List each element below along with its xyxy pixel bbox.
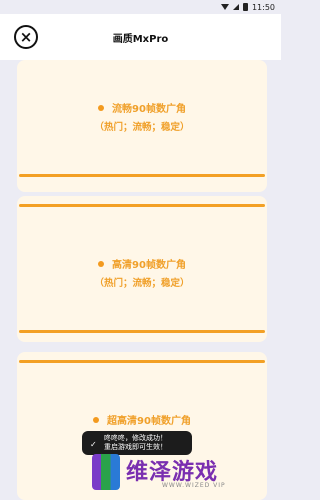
status-time: 11:50 [251, 2, 275, 12]
option-title: 流畅90帧数广角 [112, 104, 186, 115]
divider-line [19, 174, 265, 177]
option-card-smooth[interactable]: 流畅90帧数广角 （热门；流畅；稳定） [17, 60, 267, 192]
bullet-icon [98, 105, 105, 111]
page-title: 画质MxPro [112, 34, 169, 45]
divider-line [19, 204, 265, 207]
watermark-logo [92, 454, 120, 490]
divider-line [19, 360, 265, 363]
wifi-icon [220, 4, 229, 10]
watermark-subtext: WWW.WIZED VIP [162, 482, 226, 489]
status-bar: 11:50 [0, 0, 281, 14]
option-subtitle: （热门；流畅；稳定） [94, 122, 190, 133]
toast-line-2: 重启游戏即可生效！ [104, 443, 167, 451]
watermark: 维泽游戏 WWW.WIZED VIP [92, 452, 272, 492]
battery-icon [242, 3, 248, 11]
option-title: 高清90帧数广角 [112, 260, 186, 271]
bullet-icon [98, 261, 105, 267]
app-header: × 画质MxPro [0, 14, 281, 60]
bullet-icon [93, 417, 100, 423]
option-subtitle: （热门；流畅；稳定） [94, 278, 190, 289]
option-title: 超高清90帧数广角 [107, 416, 191, 427]
toast-line-1: 咚咚咚，修改成功！ [104, 434, 167, 442]
option-card-hd[interactable]: 高清90帧数广角 （热门；流畅；稳定） [17, 196, 267, 342]
signal-icon [232, 4, 239, 10]
divider-line [19, 330, 265, 333]
check-icon: ✓ [90, 440, 97, 449]
